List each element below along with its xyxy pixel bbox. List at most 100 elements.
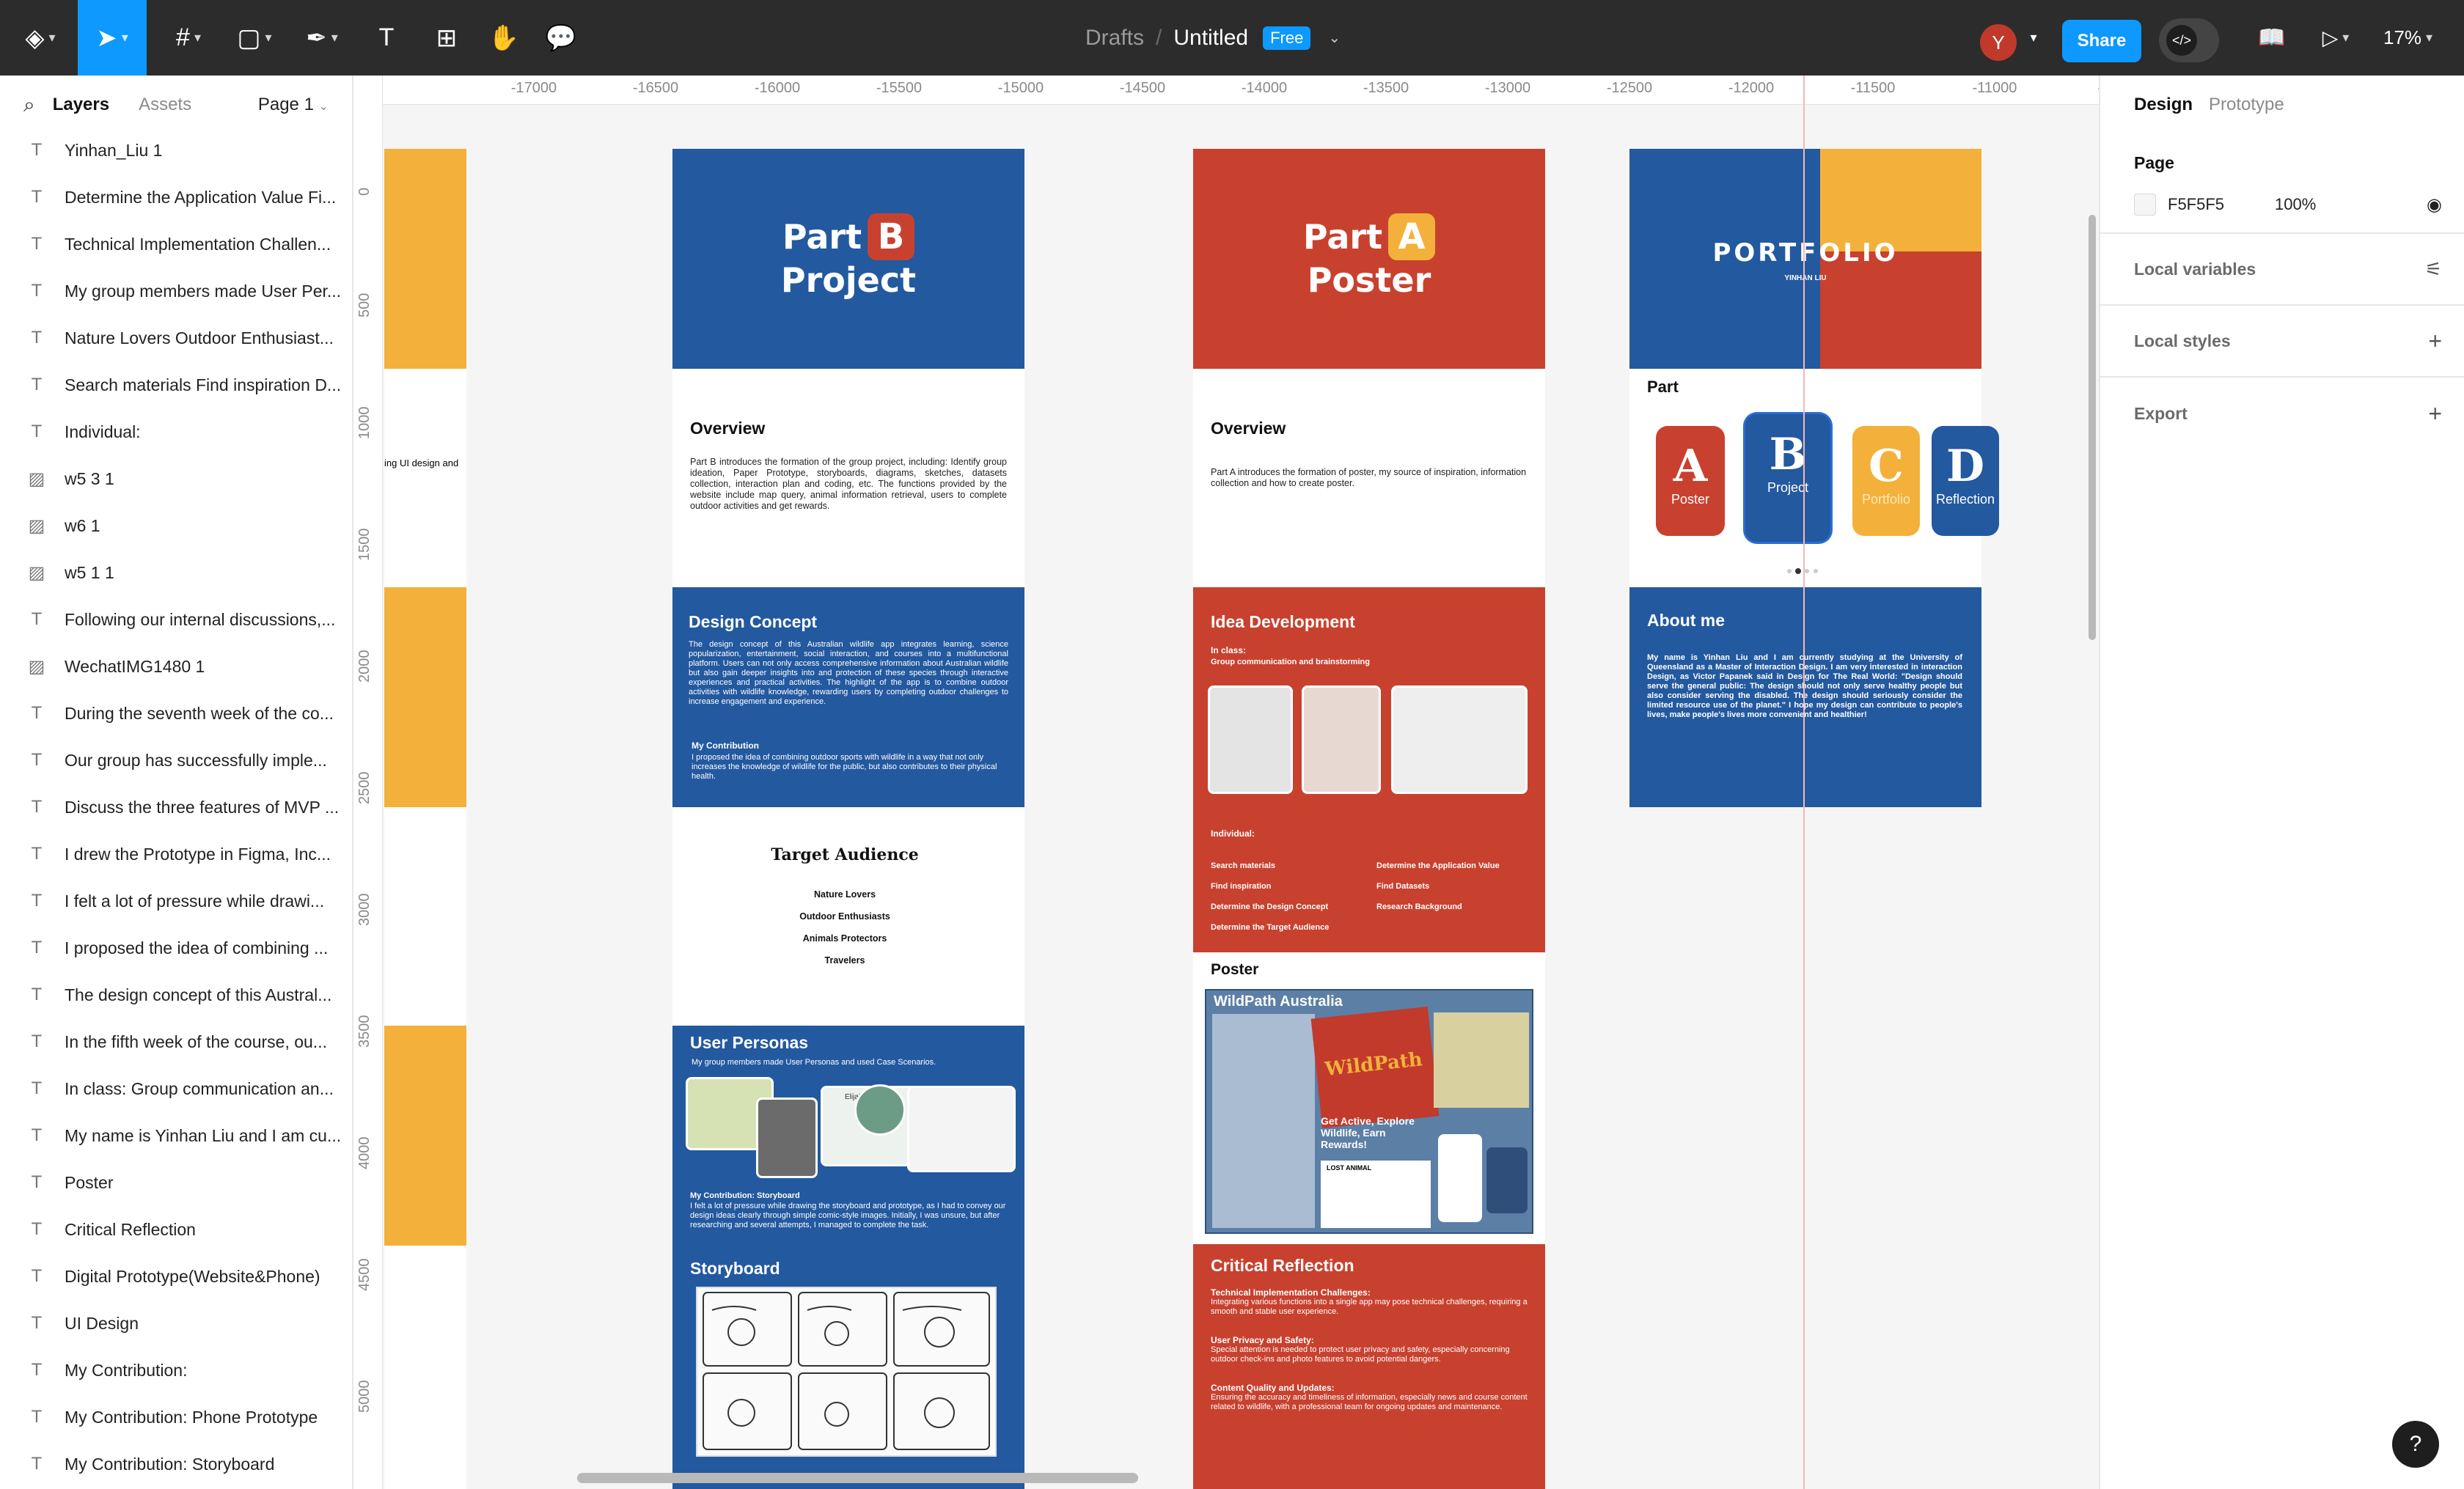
comment-tool-button[interactable]: 💬 xyxy=(543,0,579,76)
sliders-icon[interactable]: ⚟ xyxy=(2425,258,2442,281)
shape-tool-button[interactable]: ▢ ▾ xyxy=(229,0,280,76)
layer-row[interactable]: ▨ WechatIMG1480 1 xyxy=(0,643,352,690)
poster-phone-mock-2 xyxy=(1486,1147,1528,1213)
page-opacity-value[interactable]: 100% xyxy=(2275,195,2316,214)
tab-prototype[interactable]: Prototype xyxy=(2209,95,2284,115)
layer-label: I drew the Prototype in Figma, Inc... xyxy=(65,844,331,864)
carousel-dots[interactable] xyxy=(1785,565,1820,574)
layer-label: Determine the Application Value Fi... xyxy=(65,187,337,207)
partial-frame[interactable]: ing UI design and xyxy=(384,149,466,1489)
resources-button[interactable]: ⊞ xyxy=(428,0,465,76)
layer-label: I proposed the idea of combining ... xyxy=(65,938,329,957)
layer-row[interactable]: T I felt a lot of pressure while drawi... xyxy=(0,878,352,924)
critical-item-text: Integrating various functions into a sin… xyxy=(1211,1298,1528,1316)
layer-row[interactable]: ▨ w5 3 1 xyxy=(0,455,352,502)
layer-row[interactable]: T The design concept of this Austral... xyxy=(0,971,352,1018)
chevron-down-icon[interactable]: ▾ xyxy=(2023,0,2045,76)
ruler-horizontal: -17000 -16500 -16000 -15500 -15000 -14500 -140… xyxy=(383,76,2099,105)
part-card-label: Reflection xyxy=(1935,492,1995,507)
zoom-menu[interactable]: 17% ▾ xyxy=(2383,0,2432,76)
part-a-hero: Part A Poster xyxy=(1193,149,1545,369)
text-tool-button[interactable]: T xyxy=(368,0,405,76)
text-layer-icon: T xyxy=(31,797,43,817)
layer-row[interactable]: T Poster xyxy=(0,1159,352,1206)
hero-subtitle: Poster xyxy=(1307,260,1431,300)
share-button[interactable]: Share xyxy=(2062,20,2141,62)
ruler-tick-label: -11000 xyxy=(1972,80,2017,96)
text-layer-icon: T xyxy=(31,750,43,770)
add-export-icon[interactable]: + xyxy=(2428,400,2442,427)
text-layer-icon: T xyxy=(31,609,43,629)
layer-row[interactable]: T Individual: xyxy=(0,408,352,455)
page-selector[interactable]: Page 1 ⌄ xyxy=(258,95,329,115)
main-menu-button[interactable]: ◈ ▾ xyxy=(15,0,66,76)
layer-row[interactable]: T Critical Reflection xyxy=(0,1206,352,1253)
critical-item-text: Ensuring the accuracy and timeliness of … xyxy=(1211,1393,1528,1411)
hero-part-word: Part xyxy=(1302,217,1383,257)
horizontal-scrollbar[interactable] xyxy=(577,1473,1138,1483)
file-name[interactable]: Untitled xyxy=(1173,26,1248,51)
layer-row[interactable]: T During the seventh week of the co... xyxy=(0,690,352,737)
tab-design[interactable]: Design xyxy=(2134,95,2193,115)
add-style-icon[interactable]: + xyxy=(2428,328,2442,355)
layer-label: My name is Yinhan Liu and I am cu... xyxy=(65,1125,342,1145)
tab-assets[interactable]: Assets xyxy=(139,95,191,115)
page-color-swatch[interactable] xyxy=(2134,194,2156,216)
layer-row[interactable]: ▨ w5 1 1 xyxy=(0,549,352,596)
move-tool-button[interactable]: ➤ ▾ xyxy=(78,0,147,76)
layer-row[interactable]: T Discuss the three features of MVP ... xyxy=(0,784,352,831)
avatar[interactable]: Y xyxy=(1980,24,2017,61)
design-canvas[interactable]: -17000 -16500 -16000 -15500 -15000 -14500 -140… xyxy=(353,76,2099,1489)
layer-row[interactable]: T Nature Lovers Outdoor Enthusiast... xyxy=(0,315,352,361)
tab-layers[interactable]: Layers xyxy=(53,95,109,115)
frame-portfolio-cover[interactable]: PORTFOLIO YINHAN LIU Part A Poster B Projec… xyxy=(1629,149,1999,807)
text-layer-icon: T xyxy=(31,1125,43,1145)
layer-row[interactable]: ▨ w6 1 xyxy=(0,502,352,549)
layer-row[interactable]: T My group members made User Per... xyxy=(0,268,352,315)
help-button[interactable]: ? xyxy=(2392,1421,2439,1468)
frame-part-a-poster[interactable]: Part A Poster Overview Part A introduces … xyxy=(1193,149,1545,1489)
part-card-portfolio[interactable]: C Portfolio xyxy=(1852,426,1920,536)
layer-row[interactable]: T My Contribution: xyxy=(0,1347,352,1394)
audience-item: Travelers xyxy=(824,955,865,966)
hand-tool-button[interactable]: ✋ xyxy=(485,0,522,76)
layer-row[interactable]: T Following our internal discussions,... xyxy=(0,596,352,643)
plan-badge[interactable]: Free xyxy=(1263,26,1311,50)
vertical-scrollbar[interactable] xyxy=(2089,215,2096,640)
layer-row[interactable]: T UI Design xyxy=(0,1300,352,1347)
layer-row[interactable]: T Determine the Application Value Fi... xyxy=(0,174,352,221)
ruler-guide-line[interactable] xyxy=(1803,76,1805,1489)
comment-icon: 💬 xyxy=(545,23,577,52)
layer-row[interactable]: T My name is Yinhan Liu and I am cu... xyxy=(0,1112,352,1159)
layer-row[interactable]: T Yinhan_Liu 1 xyxy=(0,127,352,174)
layer-row[interactable]: T In the fifth week of the course, ou... xyxy=(0,1018,352,1065)
page-selector-label: Page 1 xyxy=(257,95,314,114)
eye-icon[interactable]: ◉ xyxy=(2427,194,2442,216)
layer-row[interactable]: T Digital Prototype(Website&Phone) xyxy=(0,1253,352,1300)
dev-mode-toggle[interactable]: </> xyxy=(2159,18,2219,62)
search-icon[interactable]: ⌕ xyxy=(23,93,35,117)
hero-part-word: Part xyxy=(782,217,862,257)
part-card-reflection[interactable]: D Reflection xyxy=(1932,426,1999,536)
layer-row[interactable]: T Technical Implementation Challen... xyxy=(0,221,352,268)
hand-icon: ✋ xyxy=(488,23,520,52)
layer-row[interactable]: T My Contribution: Storyboard xyxy=(0,1441,352,1488)
layer-row[interactable]: T In class: Group communication an... xyxy=(0,1065,352,1112)
page-color-value[interactable]: F5F5F5 xyxy=(2168,195,2275,214)
layer-row[interactable]: T Search materials Find inspiration D... xyxy=(0,361,352,408)
layer-row[interactable]: T I proposed the idea of combining ... xyxy=(0,924,352,971)
present-button[interactable]: ▷ ▾ xyxy=(2310,0,2361,76)
frame-tool-button[interactable]: # ▾ xyxy=(163,0,214,76)
chevron-down-icon[interactable]: ⌄ xyxy=(1328,29,1341,47)
pen-tool-button[interactable]: ✒ ▾ xyxy=(296,0,348,76)
layer-row[interactable]: T Our group has successfully imple... xyxy=(0,737,352,784)
drafts-link[interactable]: Drafts xyxy=(1085,26,1144,51)
brainstorm-photo-3 xyxy=(1391,685,1528,794)
library-button[interactable]: 📖 xyxy=(2251,0,2292,76)
local-variables-label[interactable]: Local variables xyxy=(2134,260,2256,279)
part-card-poster[interactable]: A Poster xyxy=(1656,426,1725,536)
part-card-project[interactable]: B Project xyxy=(1745,414,1830,542)
layer-row[interactable]: T My Contribution: Phone Prototype xyxy=(0,1394,352,1441)
layer-row[interactable]: T I drew the Prototype in Figma, Inc... xyxy=(0,831,352,878)
frame-part-b-project[interactable]: Part B Project Overview Part B introduces… xyxy=(672,149,1024,1489)
